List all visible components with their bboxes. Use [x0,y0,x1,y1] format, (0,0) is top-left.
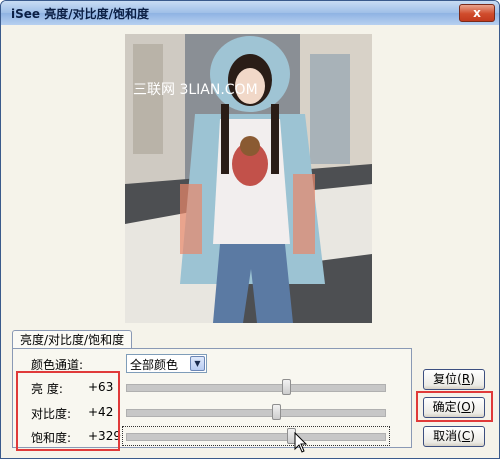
brightness-slider[interactable] [126,379,386,395]
saturation-slider[interactable] [122,426,390,446]
brightness-slider-thumb[interactable] [282,379,292,395]
reset-button[interactable]: 复位(R) [423,369,485,390]
ok-shortcut: O [461,400,471,414]
close-icon: x [473,6,481,20]
mouse-cursor-icon [294,432,308,453]
title-bar[interactable]: iSee 亮度/对比度/饱和度 x [1,1,499,25]
channel-select-value: 全部颜色 [130,358,179,372]
contrast-slider-thumb[interactable] [272,404,282,420]
chevron-down-icon[interactable]: ▼ [190,356,205,371]
cancel-shortcut: C [461,429,471,443]
close-button[interactable]: x [459,4,495,22]
channel-select[interactable]: 全部颜色 ▼ [126,354,207,373]
tab-brightness-contrast-saturation[interactable]: 亮度/对比度/饱和度 [12,330,133,349]
cancel-button-label: 取消 [433,429,458,443]
image-preview: 三联网 3LIAN.COM [125,34,372,323]
highlight-box-labels [16,371,120,451]
contrast-slider[interactable] [126,404,386,420]
contrast-slider-track [126,409,386,417]
brightness-slider-track [126,384,386,392]
ok-button-label: 确定 [432,400,457,414]
reset-button-label: 复位 [433,372,458,386]
reset-shortcut: R [461,372,471,386]
saturation-slider-track [126,433,386,441]
window-title: iSee 亮度/对比度/饱和度 [11,7,149,21]
ok-button[interactable]: 确定(O) [423,397,485,418]
watermark-text: 三联网 3LIAN.COM [133,82,258,98]
cancel-button[interactable]: 取消(C) [423,426,485,447]
preview-photo [125,34,372,323]
